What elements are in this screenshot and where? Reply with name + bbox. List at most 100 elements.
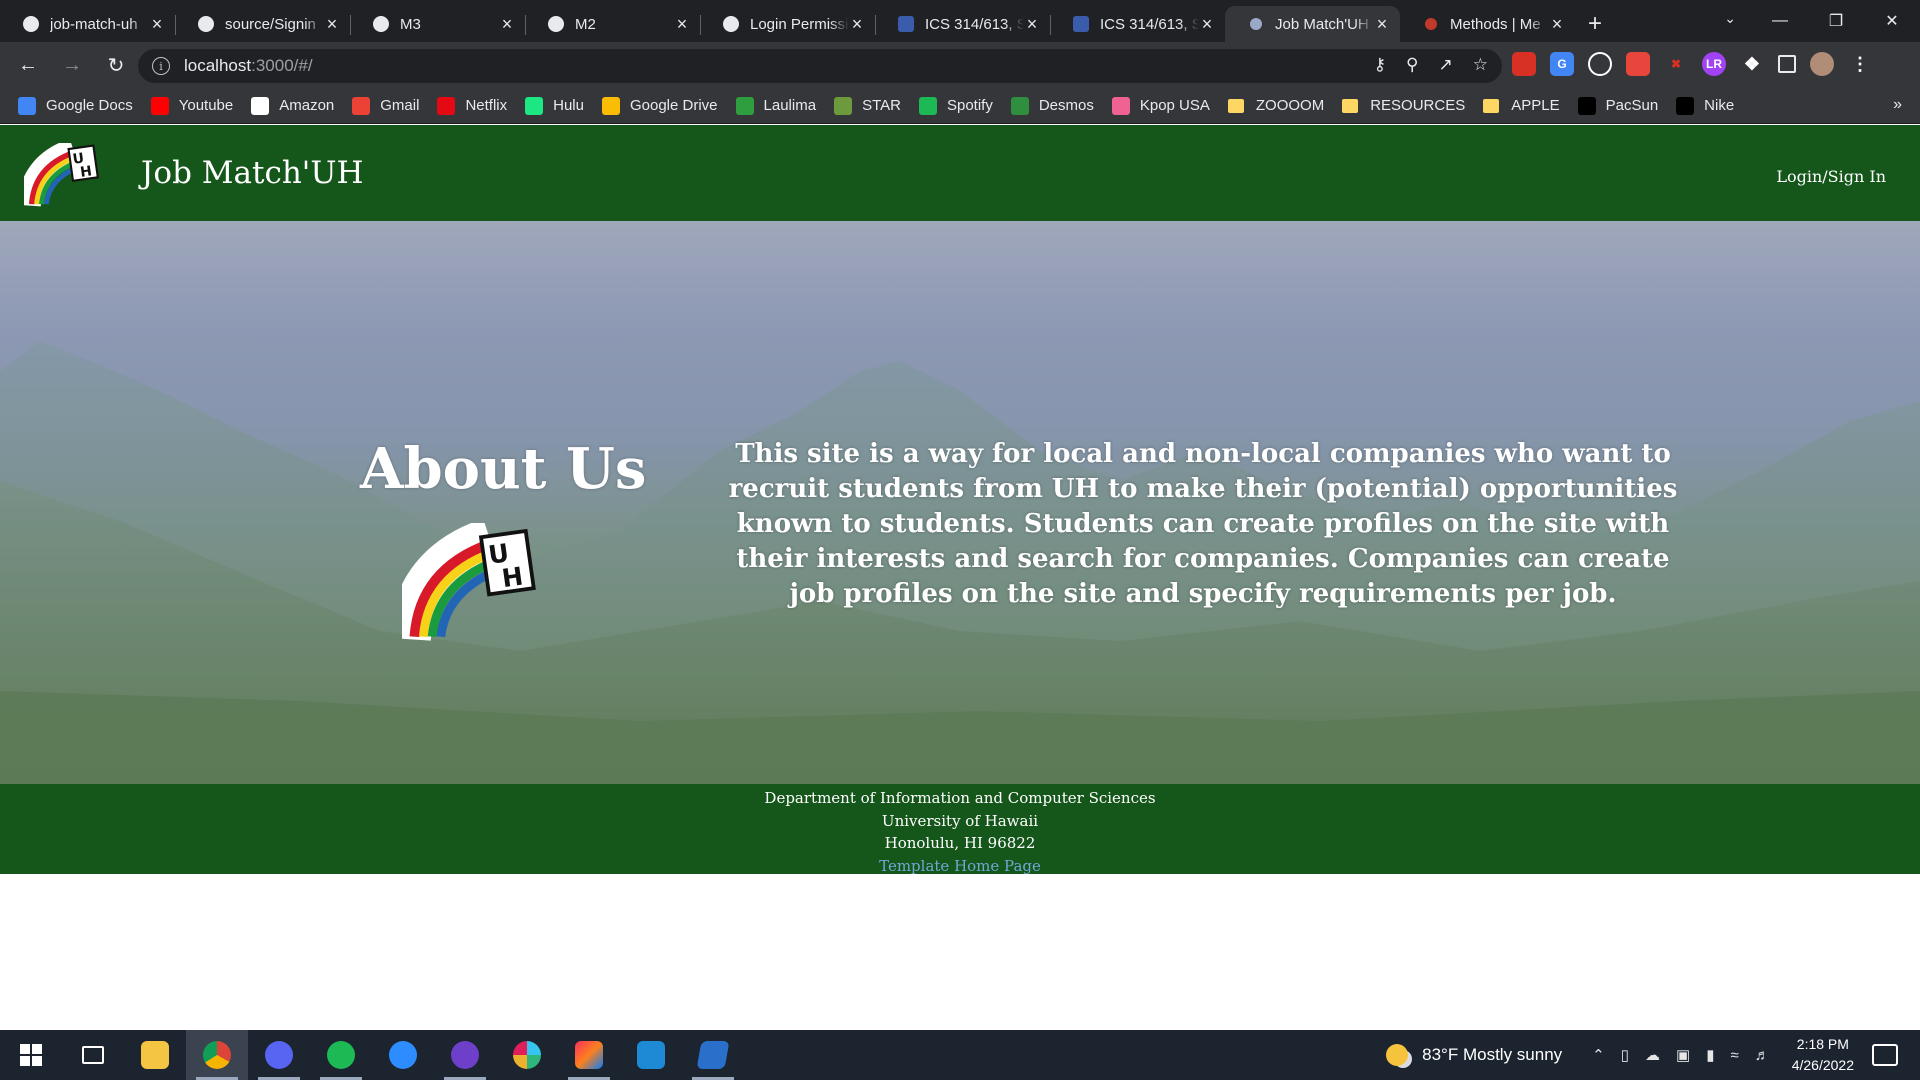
bookmark-item[interactable]: Desmos: [1010, 96, 1094, 115]
bookmark-label: APPLE: [1511, 97, 1560, 114]
bookmark-item[interactable]: Nike: [1676, 96, 1734, 115]
tab-close-icon[interactable]: ×: [1549, 14, 1565, 35]
bookmark-item[interactable]: Hulu: [525, 96, 584, 115]
browser-tab[interactable]: Login Permissi ×: [700, 6, 875, 42]
page-viewport: U H Job Match'UH Login/Sign In About Us …: [0, 125, 1920, 1030]
taskbar-spotify[interactable]: [310, 1030, 372, 1080]
tray-volume-icon[interactable]: ♬: [1755, 1047, 1770, 1064]
browser-tab[interactable]: Methods | Me ×: [1400, 6, 1575, 42]
extension-bookmark-icon[interactable]: [1512, 52, 1536, 76]
restore-icon[interactable]: ❐: [1808, 0, 1864, 42]
browser-tab[interactable]: ICS 314/613, S ×: [1050, 6, 1225, 42]
bookmark-item[interactable]: Spotify: [918, 96, 993, 115]
browser-tab[interactable]: ICS 314/613, S ×: [875, 6, 1050, 42]
zoom-app-icon: [389, 1041, 417, 1069]
tray-onedrive-icon[interactable]: ☁: [1645, 1046, 1660, 1064]
browser-tab-strip: job-match-uh × source/Signin × M3 × M2 × Login P…: [0, 0, 1920, 42]
bookmark-item[interactable]: APPLE: [1483, 97, 1560, 114]
bookmark-item[interactable]: Laulima: [735, 96, 816, 115]
extension-game-icon[interactable]: [1626, 52, 1650, 76]
footer-address: Honolulu, HI 96822: [884, 834, 1036, 852]
minimize-icon[interactable]: —: [1752, 0, 1808, 42]
tab-close-icon[interactable]: ×: [1199, 14, 1215, 35]
svg-text:H: H: [79, 163, 93, 180]
clock[interactable]: 2:18 PM 4/26/2022: [1792, 1034, 1854, 1076]
taskbar-zoom[interactable]: [372, 1030, 434, 1080]
bookmark-item[interactable]: ZOOOOM: [1227, 97, 1324, 114]
tab-close-icon[interactable]: ×: [499, 14, 515, 35]
weather-widget[interactable]: 83°F Mostly sunny: [1386, 1044, 1562, 1066]
new-tab-button[interactable]: +: [1575, 6, 1615, 42]
bookmark-item[interactable]: Google Drive: [601, 96, 718, 115]
extension-translate-icon[interactable]: G: [1550, 52, 1574, 76]
tab-close-icon[interactable]: ×: [1374, 14, 1390, 35]
bookmark-item[interactable]: PacSun: [1577, 96, 1658, 115]
tab-close-icon[interactable]: ×: [324, 14, 340, 35]
menu-kebab-icon[interactable]: ⋮: [1848, 52, 1872, 76]
extensions-puzzle-icon[interactable]: ❖: [1740, 52, 1764, 76]
browser-tab[interactable]: Job Match'UH ×: [1225, 6, 1400, 42]
taskbar-vscode[interactable]: [620, 1030, 682, 1080]
folder-icon: [1483, 98, 1500, 113]
side-panel-icon[interactable]: [1778, 55, 1796, 73]
site-info-icon[interactable]: i: [152, 57, 170, 75]
taskbar-powershell[interactable]: [682, 1030, 744, 1080]
bookmark-label: Netflix: [465, 97, 508, 114]
browser-tab[interactable]: job-match-uh ×: [0, 6, 175, 42]
browser-tab[interactable]: M3 ×: [350, 6, 525, 42]
taskbar-intellij[interactable]: [558, 1030, 620, 1080]
powershell-icon: [696, 1041, 730, 1069]
address-bar[interactable]: i localhost:3000/#/ ⚷ ⚲ ↗ ☆: [138, 49, 1502, 83]
address-path: :3000/#/: [251, 56, 313, 75]
share-icon[interactable]: ↗: [1439, 55, 1453, 75]
close-window-icon[interactable]: ✕: [1864, 0, 1920, 42]
extension-sync-icon[interactable]: [1588, 52, 1612, 76]
tab-close-icon[interactable]: ×: [1024, 14, 1040, 35]
browser-tab[interactable]: source/Signin ×: [175, 6, 350, 42]
forward-icon[interactable]: →: [52, 45, 92, 85]
extension-lr-icon[interactable]: LR: [1702, 52, 1726, 76]
uh-logo-icon[interactable]: U H: [17, 138, 102, 212]
bookmarks-overflow-icon[interactable]: »: [1893, 96, 1902, 114]
tab-title: ICS 314/613, S: [1100, 15, 1199, 33]
taskbar-discord[interactable]: [248, 1030, 310, 1080]
tab-close-icon[interactable]: ×: [674, 14, 690, 35]
browser-tab[interactable]: M2 ×: [525, 6, 700, 42]
taskbar-github-desktop[interactable]: [434, 1030, 496, 1080]
tray-wifi-icon[interactable]: ≈: [1730, 1047, 1738, 1064]
bookmark-label: Hulu: [553, 97, 584, 114]
taskbar-file-explorer[interactable]: [124, 1030, 186, 1080]
reload-icon[interactable]: ↻: [96, 45, 136, 85]
tab-title: Login Permissi: [750, 15, 849, 33]
tray-chevron-up-icon[interactable]: ⌃: [1592, 1046, 1605, 1064]
tab-close-icon[interactable]: ×: [149, 14, 165, 35]
notification-center-icon[interactable]: [1872, 1044, 1898, 1066]
tab-search-icon[interactable]: ⌄: [1724, 10, 1736, 27]
bookmark-star-icon[interactable]: ☆: [1473, 55, 1488, 75]
zoom-icon[interactable]: ⚲: [1406, 55, 1418, 75]
bookmark-item[interactable]: Kpop USA: [1111, 96, 1210, 115]
bookmark-item[interactable]: Gmail: [352, 96, 419, 115]
site-brand[interactable]: Job Match'UH: [141, 155, 363, 191]
template-home-link[interactable]: Template Home Page: [0, 855, 1920, 878]
tab-close-icon[interactable]: ×: [849, 14, 865, 35]
bookmark-item[interactable]: STAR: [834, 96, 901, 115]
key-icon[interactable]: ⚷: [1374, 55, 1386, 75]
tray-meet-icon[interactable]: ▯: [1621, 1046, 1629, 1064]
tray-display-icon[interactable]: ▣: [1676, 1046, 1690, 1064]
start-button[interactable]: [0, 1030, 62, 1080]
task-view-button[interactable]: [62, 1030, 124, 1080]
profile-avatar[interactable]: [1810, 52, 1834, 76]
extension-honey-icon[interactable]: ✖: [1664, 52, 1688, 76]
back-icon[interactable]: ←: [8, 45, 48, 85]
tray-battery-icon[interactable]: ▮: [1706, 1046, 1714, 1064]
slack-icon: [513, 1041, 541, 1069]
taskbar-slack[interactable]: [496, 1030, 558, 1080]
bookmark-item[interactable]: Amazon: [251, 96, 334, 115]
bookmark-item[interactable]: RESOURCES: [1342, 97, 1465, 114]
login-signin-link[interactable]: Login/Sign In: [1776, 167, 1886, 186]
taskbar-chrome[interactable]: [186, 1030, 248, 1080]
bookmark-item[interactable]: Netflix: [437, 96, 508, 115]
bookmark-item[interactable]: Youtube: [150, 96, 233, 115]
bookmark-item[interactable]: Google Docs: [18, 96, 133, 115]
